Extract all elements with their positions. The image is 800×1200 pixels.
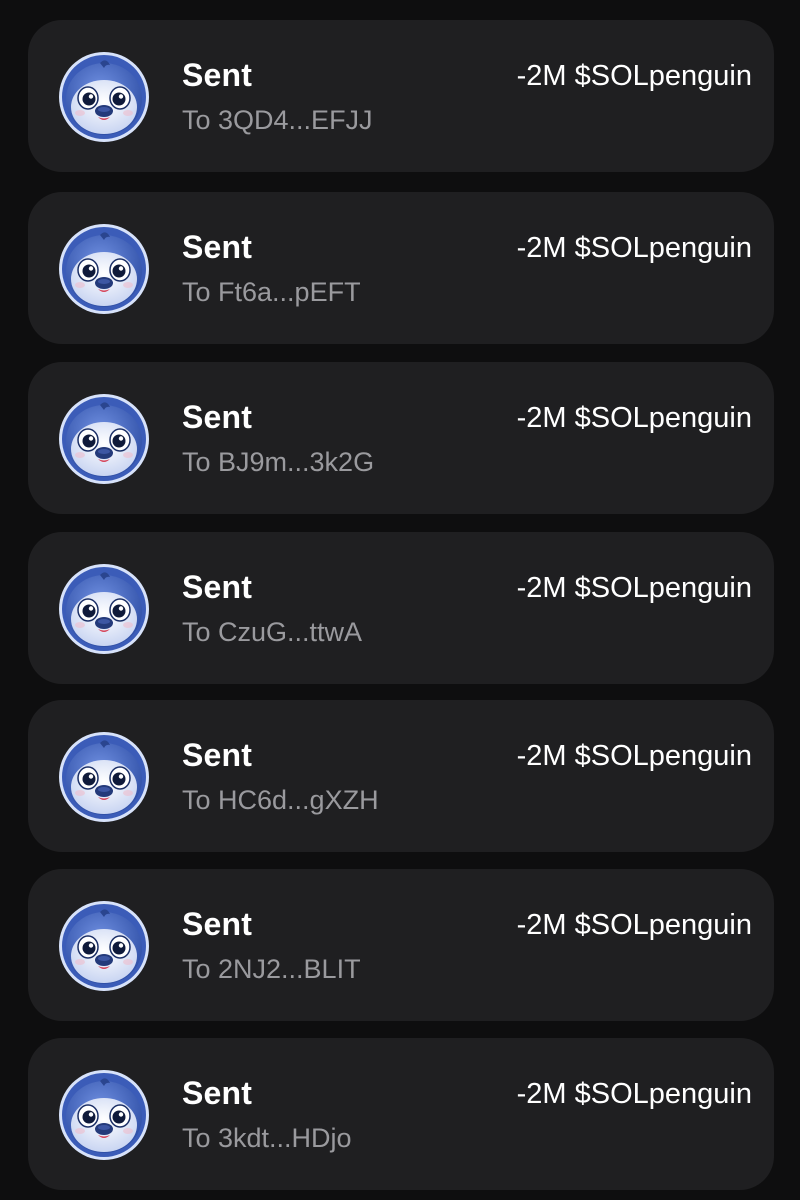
transaction-title: Sent — [182, 1075, 253, 1111]
penguin-token-icon — [58, 1069, 150, 1161]
transaction-item[interactable]: Sent To 2NJ2...BLIT -2M $SOLpenguin — [28, 869, 774, 1021]
transaction-item[interactable]: Sent To 3kdt...HDjo -2M $SOLpenguin — [28, 1038, 774, 1190]
transaction-title: Sent — [182, 57, 253, 93]
transaction-list: Sent To 3QD4...EFJJ -2M $SOLpenguin Sent… — [0, 0, 800, 1200]
penguin-token-icon — [58, 393, 150, 485]
penguin-token-icon — [58, 51, 150, 143]
transaction-amount: -2M $SOLpenguin — [516, 740, 752, 772]
transaction-amount: -2M $SOLpenguin — [516, 60, 752, 92]
transaction-amount: -2M $SOLpenguin — [516, 402, 752, 434]
transaction-recipient: To 3QD4...EFJJ — [182, 105, 373, 135]
transaction-recipient: To HC6d...gXZH — [182, 785, 379, 815]
penguin-token-icon — [58, 563, 150, 655]
transaction-item[interactable]: Sent To HC6d...gXZH -2M $SOLpenguin — [28, 700, 774, 852]
transaction-recipient: To 3kdt...HDjo — [182, 1123, 352, 1153]
transaction-recipient: To CzuG...ttwA — [182, 617, 363, 647]
transaction-item[interactable]: Sent To 3QD4...EFJJ -2M $SOLpenguin — [28, 20, 774, 172]
penguin-token-icon — [58, 900, 150, 992]
transaction-amount: -2M $SOLpenguin — [516, 909, 752, 941]
transaction-title: Sent — [182, 737, 253, 773]
transaction-item[interactable]: Sent To CzuG...ttwA -2M $SOLpenguin — [28, 532, 774, 684]
penguin-token-icon — [58, 223, 150, 315]
transaction-title: Sent — [182, 399, 253, 435]
transaction-item[interactable]: Sent To Ft6a...pEFT -2M $SOLpenguin — [28, 192, 774, 344]
transaction-recipient: To 2NJ2...BLIT — [182, 954, 361, 984]
transaction-recipient: To BJ9m...3k2G — [182, 447, 375, 477]
transaction-title: Sent — [182, 229, 253, 265]
transaction-amount: -2M $SOLpenguin — [516, 232, 752, 264]
transaction-item[interactable]: Sent To BJ9m...3k2G -2M $SOLpenguin — [28, 362, 774, 514]
transaction-title: Sent — [182, 906, 253, 942]
transaction-title: Sent — [182, 569, 253, 605]
penguin-token-icon — [58, 731, 150, 823]
transaction-amount: -2M $SOLpenguin — [516, 1078, 752, 1110]
transaction-amount: -2M $SOLpenguin — [516, 572, 752, 604]
transaction-recipient: To Ft6a...pEFT — [182, 277, 361, 307]
